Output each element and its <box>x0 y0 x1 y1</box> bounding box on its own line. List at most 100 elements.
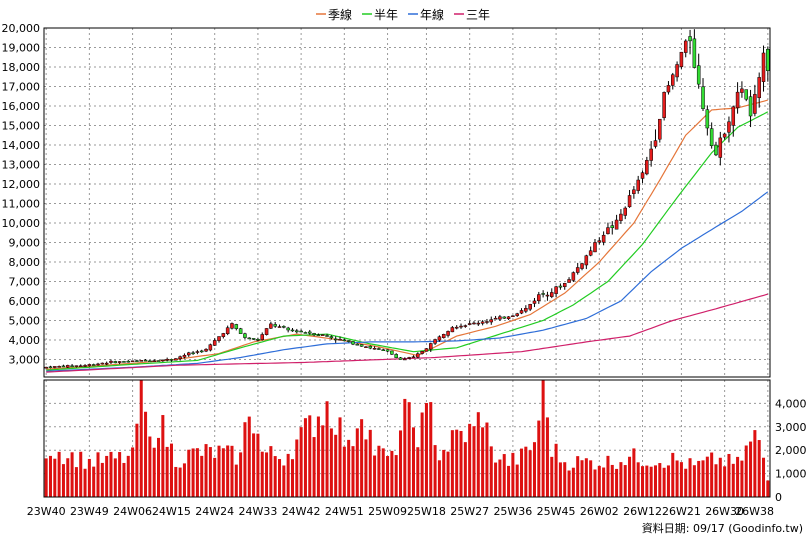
candle-body <box>550 292 554 297</box>
candle-body <box>472 322 476 325</box>
volume-bar <box>606 455 610 497</box>
volume-bar <box>688 458 692 497</box>
candle-body <box>714 144 718 156</box>
candle-body <box>562 283 567 287</box>
volume-bar <box>636 462 640 497</box>
candle-body <box>515 313 519 316</box>
x-tick-label: 25W45 <box>537 505 576 518</box>
volume-tick-label: 0 <box>775 491 782 504</box>
candle-body <box>109 360 113 363</box>
price-tick-label: 12,000 <box>2 178 41 191</box>
volume-bar <box>710 452 714 497</box>
candle-body <box>463 325 468 327</box>
volume-bar <box>567 470 571 497</box>
candle-body <box>139 360 143 362</box>
volume-bar <box>593 469 597 497</box>
volume-bar <box>424 403 428 497</box>
volume-bar <box>221 448 225 497</box>
candle-body <box>148 360 152 363</box>
candle-body <box>541 293 545 295</box>
candle-body <box>83 365 87 367</box>
x-tick-label: 24W15 <box>152 505 191 518</box>
candle-body <box>87 364 92 367</box>
volume-bar <box>260 451 264 497</box>
x-tick-label: 25W09 <box>368 505 407 518</box>
candle-body <box>238 328 243 334</box>
candle-body <box>66 365 70 368</box>
volume-bar <box>278 459 282 497</box>
x-tick-label: 24W06 <box>113 505 152 518</box>
candle-body <box>178 356 182 359</box>
candle-body <box>424 348 429 352</box>
volume-bar <box>174 466 178 497</box>
volume-bar <box>118 452 122 497</box>
volume-bar <box>303 418 307 497</box>
volume-bar <box>563 462 567 497</box>
candle-body <box>359 344 364 347</box>
candle-body <box>394 354 398 358</box>
volume-bar <box>429 402 433 497</box>
candle-body <box>117 361 122 363</box>
volume-bar <box>92 466 96 497</box>
volume-bar <box>675 460 679 497</box>
volume-bar <box>481 427 485 497</box>
volume-tick-label: 4,000 <box>775 397 807 410</box>
price-tick-label: 19,000 <box>2 41 41 54</box>
candle-body <box>372 348 377 350</box>
x-tick-label: 24W42 <box>282 505 321 518</box>
volume-bar <box>44 458 48 497</box>
volume-bar <box>265 452 269 497</box>
candle-body <box>104 362 109 365</box>
candle-body <box>627 195 632 208</box>
volume-bar <box>321 425 325 497</box>
candle-body <box>316 334 321 337</box>
candle-body <box>688 36 692 42</box>
volume-bar <box>368 429 372 497</box>
candle-body <box>208 344 213 351</box>
candle-body <box>130 360 135 363</box>
candle-body <box>640 172 645 179</box>
x-tick-label: 26W02 <box>580 505 619 518</box>
volume-bar <box>753 430 757 497</box>
candle-body <box>679 51 684 68</box>
candle-body <box>96 363 100 366</box>
candle-body <box>528 304 532 310</box>
candle-body <box>295 330 299 333</box>
volume-bar <box>520 448 524 497</box>
x-tick-label: 25W18 <box>407 505 446 518</box>
candle-body <box>532 300 537 304</box>
volume-bar <box>757 440 761 497</box>
candle-body <box>537 294 541 301</box>
candle-body <box>593 242 597 253</box>
legend-label: 半年 <box>374 8 398 22</box>
price-tick-label: 13,000 <box>2 158 41 171</box>
volume-bar <box>666 465 670 497</box>
volume-bar <box>126 455 130 497</box>
candle-body <box>454 326 459 329</box>
volume-bar <box>653 465 657 497</box>
volume-bar <box>243 422 247 497</box>
candle-body <box>290 329 295 332</box>
candle-body <box>420 351 424 354</box>
source-note: 資料日期: 09/17 (Goodinfo.tw) <box>642 521 803 535</box>
volume-bar <box>144 411 148 497</box>
candle-body <box>476 322 481 325</box>
candle-body <box>666 85 671 93</box>
candle-body <box>649 148 653 161</box>
candle-body <box>377 348 381 350</box>
candle-body <box>70 365 74 368</box>
volume-bar <box>191 448 195 497</box>
candle-body <box>403 358 407 361</box>
volume-bar <box>195 448 199 497</box>
volume-bar <box>744 445 748 497</box>
candle-body <box>580 263 584 269</box>
volume-bar <box>182 463 186 497</box>
candle-body <box>446 331 450 336</box>
candle-body <box>671 74 675 86</box>
volume-bar <box>459 430 463 497</box>
volume-bar <box>762 457 766 497</box>
candle-body <box>204 348 208 352</box>
volume-bar <box>623 465 627 497</box>
volume-bar <box>442 449 446 497</box>
volume-bar <box>433 445 437 497</box>
